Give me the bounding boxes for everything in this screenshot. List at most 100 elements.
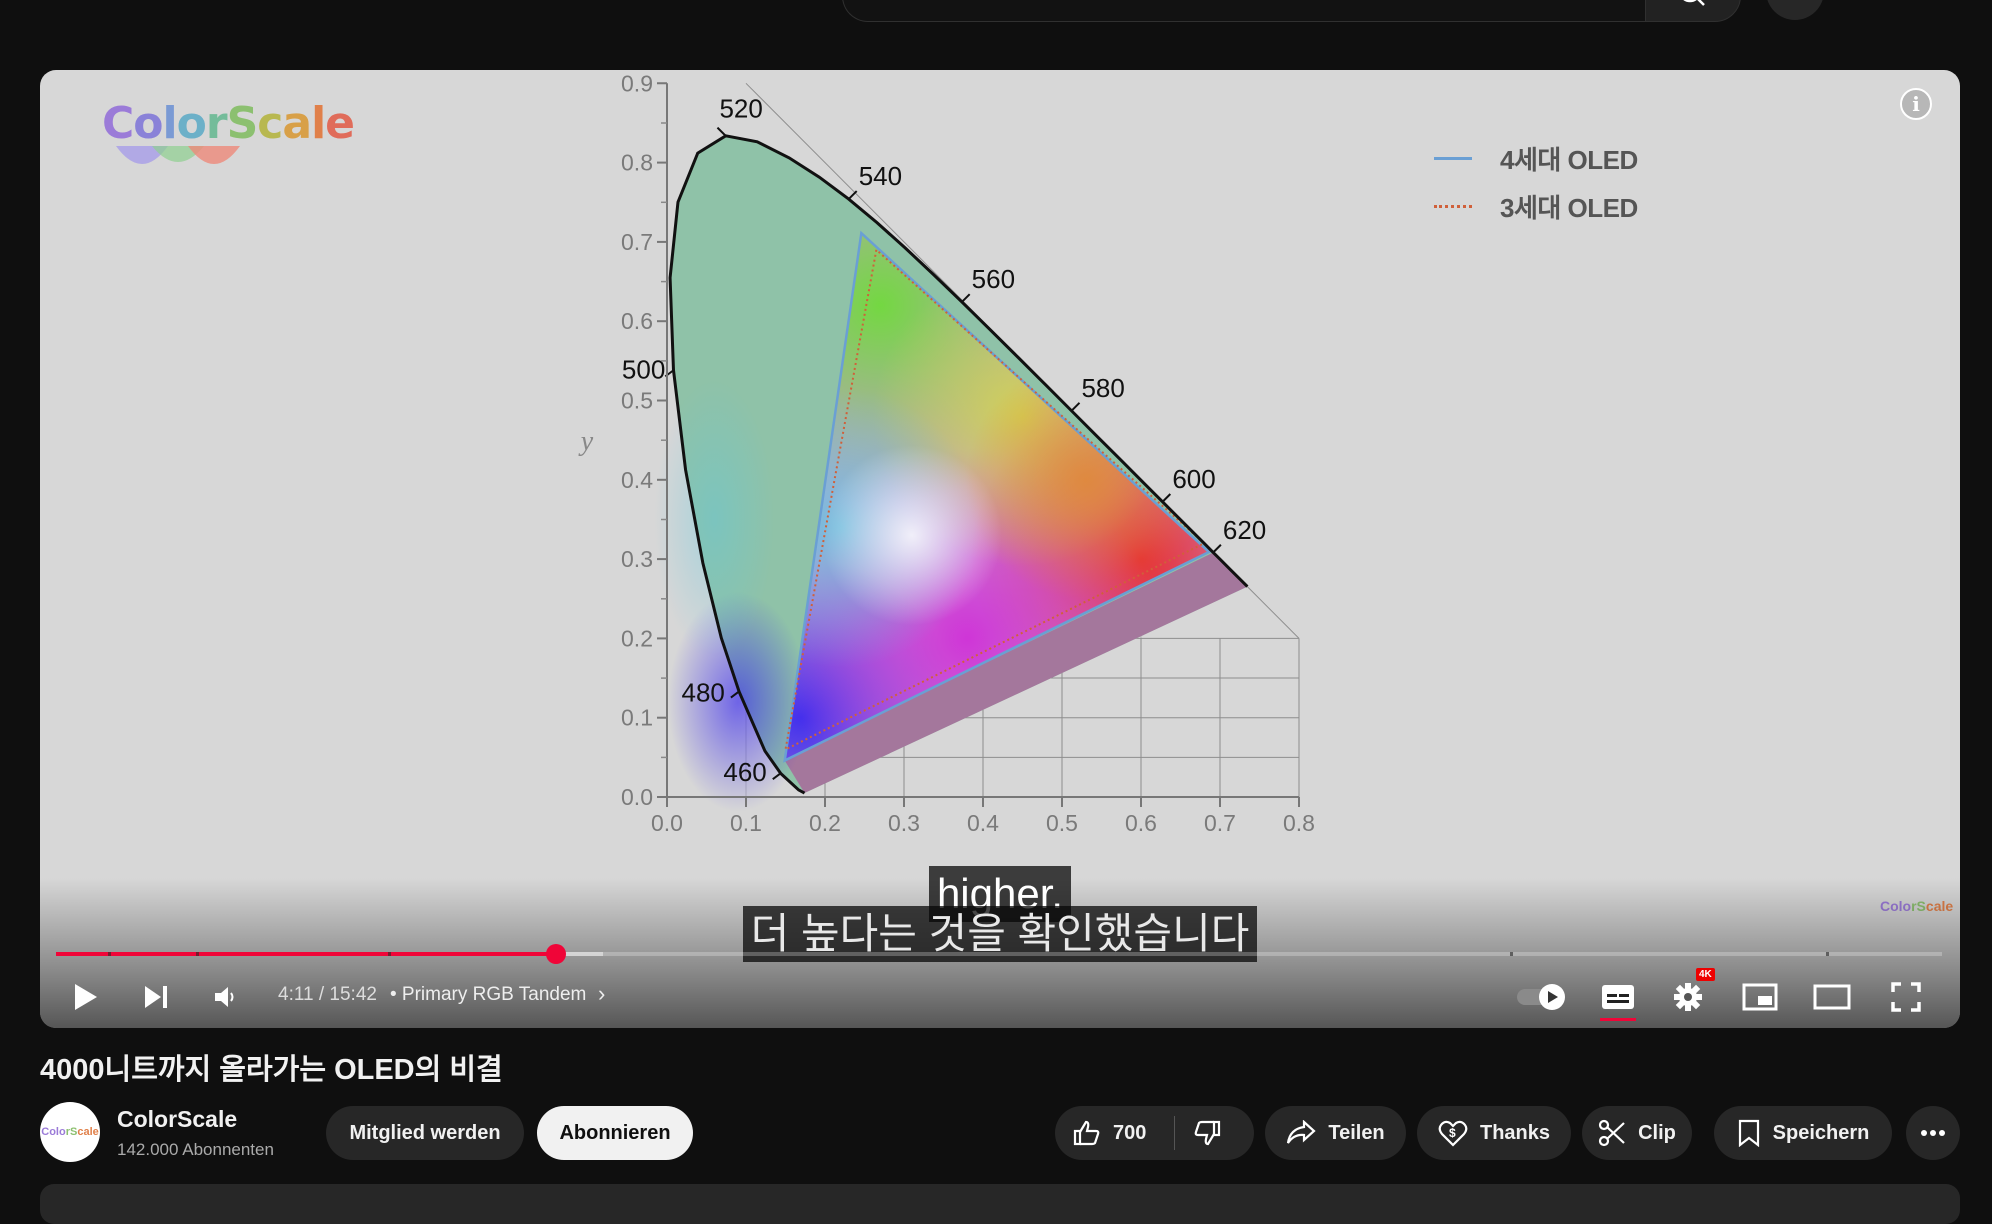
more-actions-button[interactable] [1906, 1106, 1960, 1160]
subtitles-button[interactable] [1598, 972, 1638, 1022]
wavelength-tick [1161, 493, 1172, 503]
search-icon [1683, 0, 1705, 6]
y-axis-label: y [578, 426, 594, 457]
share-button[interactable]: Teilen [1265, 1106, 1406, 1160]
legend-swatch [1434, 204, 1472, 208]
x-tick-label: 0.6 [1125, 810, 1157, 836]
chapter-marker [196, 952, 199, 956]
x-tick-label: 0.5 [1046, 810, 1078, 836]
y-tick-label: 0.7 [621, 229, 653, 255]
legend-item: 3세대 OLED [1434, 182, 1638, 230]
channel-avatar[interactable]: ColorScale [40, 1102, 100, 1162]
play-button[interactable] [66, 972, 106, 1022]
mute-button[interactable] [206, 972, 246, 1022]
autoplay-toggle[interactable] [1514, 972, 1570, 1022]
glow-white [821, 445, 1002, 626]
miniplayer-button[interactable] [1740, 972, 1780, 1022]
fullscreen-button[interactable] [1886, 972, 1926, 1022]
theater-mode-button[interactable] [1810, 972, 1854, 1022]
y-tick-label: 0.1 [621, 705, 653, 731]
like-divider [1174, 1116, 1175, 1150]
player-controls: 4:11 / 15:42 • Primary RGB Tandem › 4K [40, 968, 1960, 1022]
info-icon[interactable]: i [1900, 88, 1932, 120]
avatar-logo: ColorScale [41, 1126, 99, 1138]
wavelength-tick [716, 126, 727, 137]
like-button[interactable]: 700 [1073, 1119, 1146, 1147]
time-display: 4:11 / 15:42 [278, 984, 377, 1005]
chevron-right-icon[interactable]: › [598, 981, 605, 1007]
thanks-label: Thanks [1479, 1121, 1551, 1144]
thumbs-down-icon [1194, 1120, 1221, 1146]
save-button[interactable]: Speichern [1714, 1106, 1892, 1160]
voice-search-button[interactable] [1766, 0, 1824, 20]
clip-button[interactable]: Clip [1582, 1106, 1692, 1160]
chapter-marker [1826, 952, 1829, 956]
x-tick-label: 0.4 [967, 810, 999, 836]
scissors-icon [1599, 1119, 1625, 1147]
quality-badge: 4K [1696, 968, 1715, 981]
subscribe-button[interactable]: Abonnieren [537, 1106, 693, 1160]
search-input[interactable] [842, 0, 1645, 22]
chapter-marker [388, 952, 391, 956]
miniplayer-icon [1742, 983, 1778, 1011]
subtitles-icon [1602, 985, 1634, 1009]
description-panel[interactable] [40, 1184, 1960, 1224]
channel-name[interactable]: ColorScale [117, 1106, 237, 1133]
like-dislike-group: 700 [1055, 1106, 1254, 1160]
join-button[interactable]: Mitglied werden [326, 1106, 524, 1160]
like-count: 700 [1113, 1121, 1147, 1144]
next-button[interactable] [136, 972, 176, 1022]
more-horizontal-icon [1921, 1130, 1945, 1136]
x-tick-label: 0.8 [1283, 810, 1315, 836]
wavelength-label: 540 [859, 161, 902, 191]
wavelength-tick [960, 293, 971, 303]
x-tick-label: 0.1 [730, 810, 762, 836]
chapter-title[interactable]: • Primary RGB Tandem [390, 984, 586, 1006]
bookmark-icon [1738, 1119, 1759, 1147]
y-tick-label: 0.3 [621, 546, 653, 572]
svg-text:$: $ [1449, 1126, 1456, 1140]
wavelength-tick [847, 190, 858, 200]
x-tick-label: 0.0 [651, 810, 683, 836]
logo-waves-icon [116, 146, 240, 164]
legend-item: 4세대 OLED [1434, 134, 1638, 182]
wavelength-label: 500 [622, 354, 665, 384]
thumbs-up-icon [1073, 1120, 1100, 1146]
save-label: Speichern [1772, 1121, 1870, 1144]
subtitles-active-indicator [1600, 1018, 1636, 1021]
search-button[interactable] [1645, 0, 1741, 22]
wavelength-label: 580 [1081, 373, 1124, 403]
y-tick-label: 0.8 [621, 150, 653, 176]
grid-line [1247, 586, 1300, 639]
legend-label: 4세대 OLED [1500, 144, 1638, 175]
wavelength-label: 620 [1223, 515, 1266, 545]
scrubber-handle[interactable] [545, 944, 566, 964]
autoplay-toggle-icon [1517, 984, 1565, 1010]
chapter-marker [108, 952, 111, 956]
locus-cyan-glow [654, 379, 775, 660]
progress-bar[interactable] [56, 944, 1942, 964]
legend-swatch [1434, 156, 1472, 160]
y-tick-label: 0.9 [621, 70, 653, 96]
thanks-button[interactable]: $ Thanks [1417, 1106, 1571, 1160]
x-tick-label: 0.7 [1204, 810, 1236, 836]
wavelength-label: 460 [723, 757, 766, 787]
wavelength-label: 520 [719, 94, 762, 124]
colorscale-logo: ColorScale [102, 98, 355, 164]
wavelength-label: 480 [681, 678, 724, 708]
clip-label: Clip [1638, 1121, 1676, 1144]
y-tick-label: 0.2 [621, 625, 653, 651]
video-title: 4000니트까지 올라가는 OLED의 비결 [40, 1054, 503, 1086]
x-tick-label: 0.3 [888, 810, 920, 836]
wavelength-label: 560 [972, 264, 1015, 294]
thanks-icon: $ [1438, 1120, 1468, 1147]
video-player[interactable]: 460 480 500 520 540 560 580 600 620 0.0 0.1 0.2 0.3 0… [40, 70, 1960, 1028]
dislike-button[interactable] [1193, 1119, 1221, 1152]
progress-played [56, 952, 556, 956]
wavelength-tick [1212, 544, 1222, 554]
play-icon [75, 984, 97, 1010]
x-tick-label: 0.2 [809, 810, 841, 836]
y-tick-label: 0.6 [621, 308, 653, 334]
y-tick-label: 0.4 [621, 467, 653, 493]
chart-legend: 4세대 OLED 3세대 OLED [1434, 134, 1638, 230]
